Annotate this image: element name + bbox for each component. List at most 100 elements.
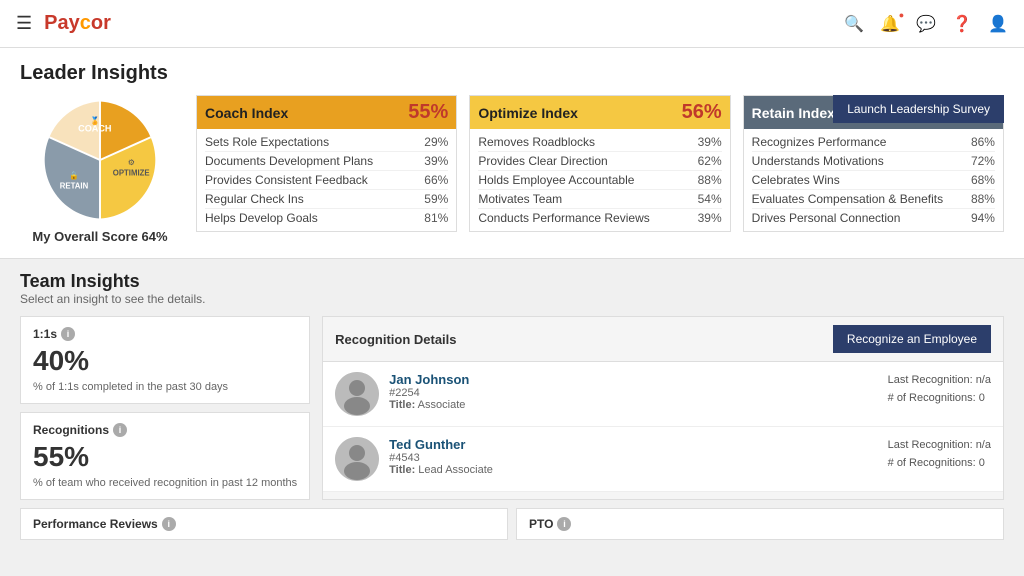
svg-text:RETAIN: RETAIN	[60, 182, 89, 191]
recog-stats: Last Recognition: n/a # of Recognitions:…	[888, 372, 991, 407]
index-row: Regular Check Ins59%	[205, 190, 448, 209]
row-label: Provides Clear Direction	[478, 154, 697, 168]
bottom-card-info-icon[interactable]: i	[557, 517, 571, 531]
bell-icon[interactable]: 🔔●	[880, 14, 900, 34]
recog-stats: Last Recognition: n/a # of Recognitions:…	[888, 437, 991, 472]
pie-chart: COACH OPTIMIZE RETAIN 🏅 ⚙ 🔒	[35, 95, 165, 225]
metric-2-info-icon[interactable]: i	[113, 423, 127, 437]
main-content: Leader Insights	[0, 48, 1024, 576]
hamburger-menu-icon[interactable]: ☰	[16, 13, 32, 34]
row-value: 88%	[971, 192, 995, 206]
person-name: Jan Johnson	[389, 372, 877, 387]
index-row: Documents Development Plans39%	[205, 152, 448, 171]
person-name: Ted Gunther	[389, 437, 877, 452]
row-label: Recognizes Performance	[752, 135, 971, 149]
metric-1-desc: % of 1:1s completed in the past 30 days	[33, 381, 297, 393]
last-recognition: Last Recognition: n/a	[888, 372, 991, 390]
index-row: Holds Employee Accountable88%	[478, 171, 721, 190]
chat-icon[interactable]: 💬	[916, 14, 936, 34]
bottom-card-info-icon[interactable]: i	[162, 517, 176, 531]
optimize-index-title: Optimize Index	[478, 105, 578, 121]
person-id: #2254	[389, 387, 877, 399]
team-insights-subtitle: Select an insight to see the details.	[20, 292, 1004, 306]
metric-cards: 1:1s i 40% % of 1:1s completed in the pa…	[20, 316, 310, 500]
optimize-index-rows: Removes Roadblocks39%Provides Clear Dire…	[470, 129, 729, 231]
top-navigation: ☰ Paycor 🔍 🔔● 💬 ❓ 👤	[0, 0, 1024, 48]
index-row: Celebrates Wins68%	[752, 171, 995, 190]
metric-card-1-1s[interactable]: 1:1s i 40% % of 1:1s completed in the pa…	[20, 316, 310, 404]
coach-index-card: Coach Index 55% Sets Role Expectations29…	[196, 95, 457, 232]
row-label: Understands Motivations	[752, 154, 971, 168]
person-info: Jan Johnson #2254 Title: Associate	[389, 372, 877, 411]
optimize-index-header: Optimize Index 56%	[470, 96, 729, 129]
index-row: Provides Consistent Feedback66%	[205, 171, 448, 190]
help-icon[interactable]: ❓	[952, 14, 972, 34]
bottom-card[interactable]: Performance Reviews i	[20, 508, 508, 540]
row-label: Documents Development Plans	[205, 154, 424, 168]
metric-card-recognitions[interactable]: Recognitions i 55% % of team who receive…	[20, 412, 310, 500]
row-label: Holds Employee Accountable	[478, 173, 697, 187]
index-row: Removes Roadblocks39%	[478, 133, 721, 152]
avatar	[335, 437, 379, 481]
row-label: Drives Personal Connection	[752, 211, 971, 225]
avatar	[335, 372, 379, 416]
coach-index-percent: 55%	[408, 101, 448, 124]
retain-index-title: Retain Index	[752, 105, 835, 121]
row-label: Helps Develop Goals	[205, 211, 424, 225]
optimize-index-card: Optimize Index 56% Removes Roadblocks39%…	[469, 95, 730, 232]
recognition-count: # of Recognitions: 0	[888, 390, 991, 408]
user-avatar[interactable]: 👤	[988, 14, 1008, 34]
row-value: 39%	[698, 211, 722, 225]
svg-text:⚙: ⚙	[128, 158, 135, 167]
index-row: Evaluates Compensation & Benefits88%	[752, 190, 995, 209]
row-value: 66%	[424, 173, 448, 187]
row-value: 86%	[971, 135, 995, 149]
index-row: Conducts Performance Reviews39%	[478, 209, 721, 227]
pie-svg: COACH OPTIMIZE RETAIN 🏅 ⚙ 🔒	[35, 95, 165, 225]
row-label: Celebrates Wins	[752, 173, 971, 187]
row-value: 39%	[424, 154, 448, 168]
recognize-employee-button[interactable]: Recognize an Employee	[833, 325, 991, 353]
index-row: Sets Role Expectations29%	[205, 133, 448, 152]
team-insights-content: 1:1s i 40% % of 1:1s completed in the pa…	[20, 316, 1004, 500]
person-title: Title: Lead Associate	[389, 464, 877, 476]
recognition-area: Recognition Details Recognize an Employe…	[322, 316, 1004, 500]
leader-insights-content: COACH OPTIMIZE RETAIN 🏅 ⚙ 🔒 My Overall S…	[20, 95, 1004, 244]
recognition-item[interactable]: Ted Gunther #4543 Title: Lead Associate …	[323, 427, 1003, 492]
leader-insights-title: Leader Insights	[20, 62, 1004, 85]
row-value: 54%	[698, 192, 722, 206]
row-label: Provides Consistent Feedback	[205, 173, 424, 187]
index-row: Recognizes Performance86%	[752, 133, 995, 152]
row-value: 62%	[698, 154, 722, 168]
row-value: 72%	[971, 154, 995, 168]
row-label: Motivates Team	[478, 192, 697, 206]
coach-index-title: Coach Index	[205, 105, 288, 121]
team-insights-section: Team Insights Select an insight to see t…	[0, 259, 1024, 576]
metric-2-desc: % of team who received recognition in pa…	[33, 477, 297, 489]
nav-left: ☰ Paycor	[16, 12, 111, 35]
metric-2-value: 55%	[33, 441, 297, 473]
index-row: Helps Develop Goals81%	[205, 209, 448, 227]
launch-leadership-survey-button[interactable]: Launch Leadership Survey	[833, 95, 1004, 123]
recognition-count: # of Recognitions: 0	[888, 455, 991, 473]
metric-1-title: 1:1s i	[33, 327, 297, 341]
row-value: 29%	[424, 135, 448, 149]
avatar-svg	[335, 372, 379, 416]
svg-text:OPTIMIZE: OPTIMIZE	[113, 169, 150, 178]
employee-list: Jan Johnson #2254 Title: Associate Last …	[323, 362, 1003, 492]
person-id: #4543	[389, 452, 877, 464]
row-label: Removes Roadblocks	[478, 135, 697, 149]
coach-index-rows: Sets Role Expectations29%Documents Devel…	[197, 129, 456, 231]
person-info: Ted Gunther #4543 Title: Lead Associate	[389, 437, 877, 476]
coach-index-header: Coach Index 55%	[197, 96, 456, 129]
index-row: Understands Motivations72%	[752, 152, 995, 171]
index-row: Provides Clear Direction62%	[478, 152, 721, 171]
search-icon[interactable]: 🔍	[844, 14, 864, 34]
bottom-card[interactable]: PTO i	[516, 508, 1004, 540]
recognition-item[interactable]: Jan Johnson #2254 Title: Associate Last …	[323, 362, 1003, 427]
optimize-index-percent: 56%	[682, 101, 722, 124]
bottom-cards: Performance Reviews iPTO i	[20, 508, 1004, 540]
row-value: 39%	[698, 135, 722, 149]
avatar-svg	[335, 437, 379, 481]
metric-1-info-icon[interactable]: i	[61, 327, 75, 341]
